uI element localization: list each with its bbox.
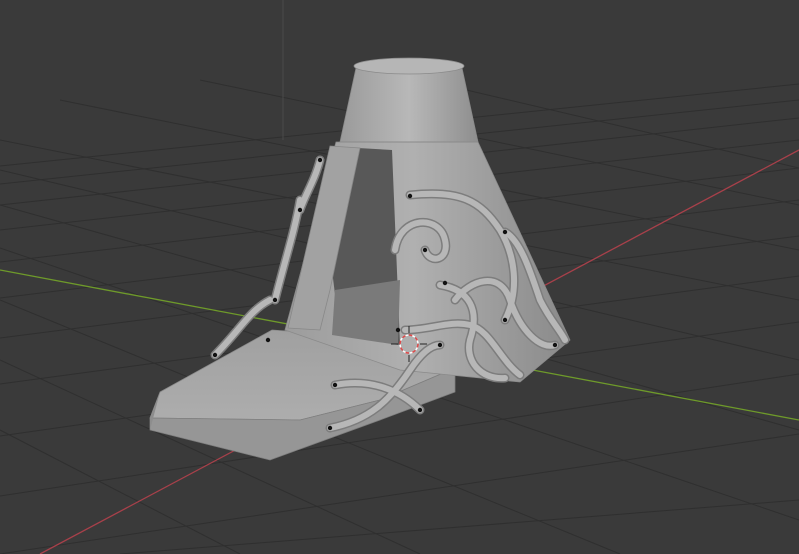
cone-cap-side <box>339 67 479 143</box>
viewport-canvas[interactable] <box>0 0 799 554</box>
volcano-model[interactable] <box>149 57 571 461</box>
cave-inner-floor <box>332 280 400 345</box>
cone-cap-top <box>353 57 465 75</box>
3d-viewport[interactable] <box>0 0 799 554</box>
